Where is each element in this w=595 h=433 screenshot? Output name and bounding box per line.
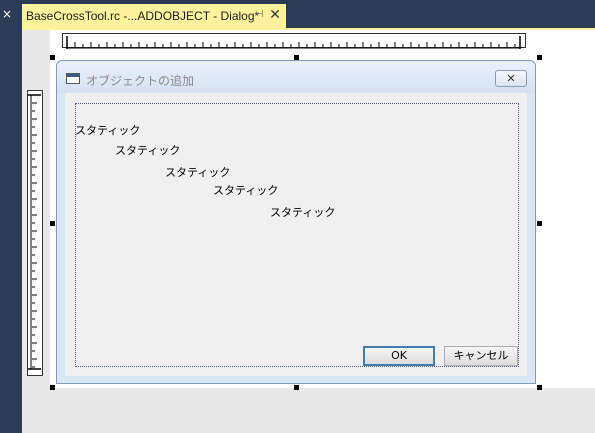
close-icon[interactable]: ✕ <box>268 7 282 23</box>
document-tab-bar: BaseCrossTool.rc -...ADDOBJECT - Dialog*… <box>22 0 595 28</box>
pin-icon[interactable]: ⊣ <box>252 8 266 22</box>
dialog-window[interactable]: オブジェクトの追加 ✕ スタティック スタティック スタティック スタティック … <box>56 60 536 384</box>
tab-title: BaseCrossTool.rc -...ADDOBJECT - Dialog* <box>26 9 260 23</box>
margin-guide <box>75 103 519 367</box>
static-text-3[interactable]: スタティック <box>165 166 230 179</box>
dialog-titlebar[interactable]: オブジェクトの追加 ✕ <box>57 61 535 93</box>
resize-handle-bottom[interactable] <box>294 385 299 390</box>
resize-handle-top-right[interactable] <box>537 55 542 60</box>
cancel-button[interactable]: キャンセル <box>444 346 518 366</box>
static-text-1[interactable]: スタティック <box>75 124 140 137</box>
static-text-2[interactable]: スタティック <box>115 144 180 157</box>
previous-tab-close-icon[interactable]: × <box>0 6 14 22</box>
dialog-close-button[interactable]: ✕ <box>495 70 527 87</box>
ok-button[interactable]: OK <box>363 346 435 366</box>
surface-margin-bottom <box>50 388 595 433</box>
horizontal-ruler[interactable] <box>62 33 526 49</box>
tab-dialog-document[interactable]: BaseCrossTool.rc -...ADDOBJECT - Dialog*… <box>22 4 286 28</box>
resize-handle-bottom-left[interactable] <box>50 385 55 390</box>
vertical-ruler[interactable] <box>27 90 43 376</box>
static-text-5[interactable]: スタティック <box>270 206 335 219</box>
vertical-ruler-ticks <box>28 94 41 370</box>
resize-handle-right[interactable] <box>537 221 542 226</box>
resize-handle-left[interactable] <box>50 221 55 226</box>
window-icon <box>66 73 80 84</box>
static-text-4[interactable]: スタティック <box>213 184 278 197</box>
resource-editor: × BaseCrossTool.rc -...ADDOBJECT - Dialo… <box>0 0 595 433</box>
resize-handle-bottom-right[interactable] <box>537 385 542 390</box>
dialog-client-area[interactable]: スタティック スタティック スタティック スタティック スタティック OK キャ… <box>65 93 527 376</box>
horizontal-ruler-ticks <box>66 36 521 49</box>
resize-handle-top-left[interactable] <box>50 55 55 60</box>
dialog-title: オブジェクトの追加 <box>86 74 195 88</box>
left-tab-strip: × <box>0 0 22 433</box>
